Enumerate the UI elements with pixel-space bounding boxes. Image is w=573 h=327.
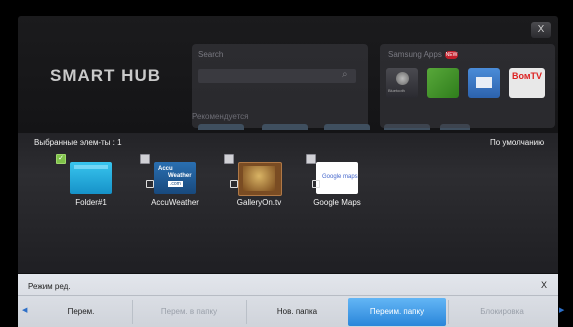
folder-checkbox[interactable]: ✓	[56, 154, 66, 164]
google-maps-label: Google Maps	[313, 198, 361, 207]
app-icon-dot	[396, 72, 409, 85]
samsung-apps-title: Samsung Apps	[388, 50, 442, 59]
search-input[interactable]	[198, 69, 356, 83]
bluetooth-app-icon[interactable]: Bluetooth	[386, 68, 418, 98]
separator	[246, 300, 247, 324]
separator	[448, 300, 449, 324]
accuweather-checkbox[interactable]	[140, 154, 150, 164]
sort-default-label[interactable]: По умолчанию	[490, 138, 544, 147]
green-app-icon[interactable]	[427, 68, 459, 98]
rename-folder-button[interactable]: Переим. папку	[348, 298, 446, 326]
google-maps-icon[interactable]: Google maps	[316, 162, 358, 194]
folder-label: Folder#1	[75, 198, 107, 207]
google-maps-logo: Google maps	[322, 174, 358, 180]
bluetooth-app-label: Bluetooth	[388, 88, 405, 93]
recommended-tile[interactable]	[262, 124, 308, 130]
edit-mode-title: Режим ред.	[28, 282, 71, 291]
search-title: Search	[198, 50, 224, 59]
new-badge: NEW	[445, 51, 458, 59]
lock-icon	[312, 180, 320, 188]
close-button[interactable]: X	[531, 22, 551, 38]
selected-items-label: Выбранные элем-ты : 1	[34, 138, 122, 147]
logo-text: SMART HUB	[50, 66, 161, 85]
lock-icon	[146, 180, 154, 188]
recommended-tile[interactable]	[324, 124, 370, 130]
gallery-picture	[243, 166, 275, 191]
galleryon-label: GalleryOn.tv	[236, 198, 282, 207]
smart-hub-screen: X SMART HUB Search ⌕ Рекомендуется Samsu…	[0, 0, 573, 327]
edit-mode-close-button[interactable]: X	[541, 280, 547, 290]
arrow-right-icon[interactable]: ▶	[559, 306, 564, 314]
accu-text: Accu	[158, 166, 173, 172]
weather-text: Weather	[168, 173, 192, 179]
recommended-tile[interactable]	[198, 124, 244, 130]
recommended-label: Рекомендуется	[192, 112, 249, 121]
search-icon: ⌕	[342, 69, 348, 80]
move-button[interactable]: Перем.	[32, 298, 130, 326]
google-maps-checkbox[interactable]	[306, 154, 316, 164]
separator	[132, 300, 133, 324]
divider	[18, 295, 558, 296]
lock-icon	[230, 180, 238, 188]
folder-tab	[74, 165, 108, 169]
galleryon-checkbox[interactable]	[224, 154, 234, 164]
lock-button[interactable]: Блокировка	[450, 298, 554, 326]
tv-app-icon[interactable]: ВомТV	[509, 68, 545, 98]
accuweather-label: AccuWeather	[151, 198, 199, 207]
smart-hub-logo: SMART HUB	[50, 66, 161, 86]
mail-app-icon[interactable]	[468, 68, 500, 98]
arrow-left-icon[interactable]: ◀	[22, 306, 27, 314]
move-to-folder-button[interactable]: Перем. в папку	[134, 298, 244, 326]
envelope-icon	[476, 77, 492, 88]
tv-app-label: ВомТV	[512, 71, 543, 81]
galleryon-icon[interactable]	[238, 162, 282, 196]
accuweather-icon[interactable]: Accu Weather .com	[154, 162, 196, 194]
dotcom-text: .com	[168, 181, 183, 187]
new-folder-button[interactable]: Нов. папка	[248, 298, 346, 326]
folder-icon[interactable]	[70, 162, 112, 194]
